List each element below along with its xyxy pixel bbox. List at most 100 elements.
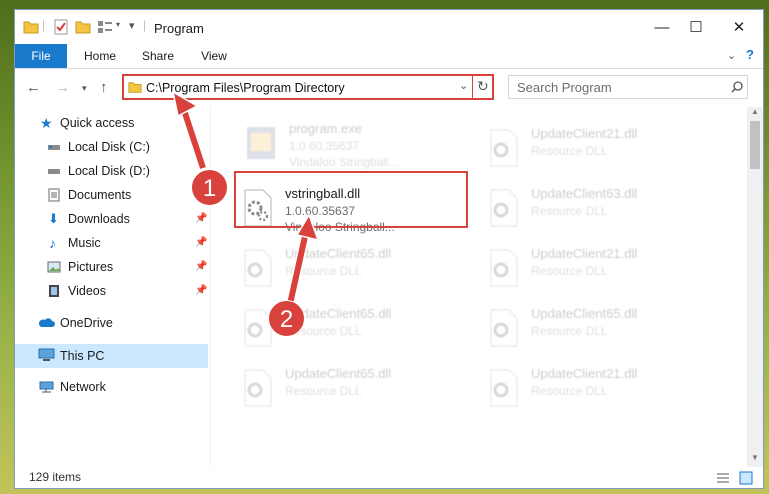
chevron-down-icon[interactable]: ▾ xyxy=(116,20,120,29)
sidebar-item-local-disk-c[interactable]: Local Disk (C:) xyxy=(15,136,208,158)
sidebar-item-label: Network xyxy=(60,380,106,394)
file-description: Resource DLL xyxy=(285,264,362,278)
back-arrow-icon[interactable]: ← xyxy=(26,79,41,96)
vertical-scrollbar[interactable]: ▲ ▼ xyxy=(747,107,763,467)
pin-icon[interactable]: 📌 xyxy=(195,232,207,254)
file-name: UpdateClient21.dll xyxy=(531,366,638,381)
file-item[interactable]: UpdateClient21.dll Resource DLL xyxy=(485,364,715,416)
file-explorer-window: | ▾ ▾ | Program — ☐ ✕ File Home Share Vi… xyxy=(15,10,763,488)
separator: | xyxy=(143,18,147,32)
scroll-down-icon[interactable]: ▼ xyxy=(751,453,759,462)
dll-gear-icon xyxy=(490,249,518,287)
address-row: ← → ▾ ↑ C:\Program Files\Program Directo… xyxy=(15,69,763,107)
dll-gear-icon xyxy=(490,129,518,167)
refresh-icon[interactable]: ↻ xyxy=(477,78,489,95)
sidebar-item-label: OneDrive xyxy=(60,316,113,330)
pin-icon[interactable]: 📌 xyxy=(195,208,207,230)
details-view-icon[interactable] xyxy=(716,471,730,485)
sidebar-item-label: Music xyxy=(68,236,101,250)
file-description: Resource DLL xyxy=(531,144,608,158)
up-arrow-icon[interactable]: ↑ xyxy=(100,79,108,96)
sidebar-item-videos[interactable]: Videos 📌 xyxy=(15,280,208,302)
customize-toolbar-icon[interactable]: ▾ xyxy=(129,19,135,32)
sidebar-item-local-disk-d[interactable]: Local Disk (D:) xyxy=(15,160,208,182)
file-name: UpdateClient63.dll xyxy=(531,186,638,201)
file-description: Vindaloo Stringball... xyxy=(289,155,399,169)
large-icons-view-icon[interactable] xyxy=(739,471,753,485)
forward-arrow-icon[interactable]: → xyxy=(55,79,70,96)
sidebar-item-documents[interactable]: Documents xyxy=(15,184,208,206)
window-title: Program xyxy=(154,21,204,36)
file-name: UpdateClient21.dll xyxy=(531,246,638,261)
close-button[interactable]: ✕ xyxy=(722,16,756,40)
file-item[interactable]: UpdateClient65.dll Resource DLL xyxy=(239,244,469,296)
pictures-icon xyxy=(47,261,61,273)
status-bar: 129 items xyxy=(15,467,763,488)
music-icon: ♪ xyxy=(49,235,56,251)
annotation-badge-1: 1 xyxy=(191,169,228,206)
sidebar-item-downloads[interactable]: ⬇ Downloads 📌 xyxy=(15,208,208,230)
dll-gear-icon xyxy=(490,309,518,347)
pin-icon[interactable]: 📌 xyxy=(195,256,207,278)
sidebar-item-music[interactable]: ♪ Music 📌 xyxy=(15,232,208,254)
tab-home[interactable]: Home xyxy=(77,44,123,68)
view-options-icon[interactable] xyxy=(97,19,113,35)
item-count: 129 items xyxy=(29,470,82,484)
file-name: UpdateClient21.dll xyxy=(531,126,638,141)
file-description: Resource DLL xyxy=(285,384,362,398)
file-item[interactable]: UpdateClient65.dll Resource DLL xyxy=(485,304,715,356)
tab-view[interactable]: View xyxy=(191,44,237,68)
drive-icon xyxy=(48,169,60,174)
file-item[interactable]: program.exe 1.0.60.35637 Vindaloo String… xyxy=(243,119,473,171)
chevron-down-icon[interactable]: ⌄ xyxy=(727,49,736,62)
pin-icon[interactable]: 📌 xyxy=(195,280,207,302)
file-description: Resource DLL xyxy=(531,264,608,278)
file-item[interactable]: UpdateClient65.dll Resource DLL xyxy=(239,364,469,416)
dll-gear-icon xyxy=(490,189,518,227)
file-description: Resource DLL xyxy=(531,204,608,218)
search-input[interactable]: Search Program xyxy=(508,75,748,99)
sidebar-item-label: Downloads xyxy=(68,212,130,226)
new-folder-icon[interactable] xyxy=(75,19,91,35)
sidebar-item-this-pc[interactable]: This PC xyxy=(15,344,208,368)
tab-file[interactable]: File xyxy=(15,44,67,68)
recent-locations-icon[interactable]: ▾ xyxy=(82,83,87,94)
annotation-badge-2: 2 xyxy=(268,300,305,337)
dll-gear-icon xyxy=(490,369,518,407)
tab-share[interactable]: Share xyxy=(135,44,181,68)
sidebar-item-quick-access[interactable]: ★ Quick access xyxy=(15,112,208,134)
search-icon xyxy=(731,81,743,93)
properties-icon[interactable] xyxy=(53,19,69,35)
dll-gear-icon xyxy=(244,369,272,407)
maximize-button[interactable]: ☐ xyxy=(679,16,713,40)
address-path: C:\Program Files\Program Directory xyxy=(146,81,345,95)
file-description: Resource DLL xyxy=(531,384,608,398)
minimize-button[interactable]: — xyxy=(645,16,679,40)
file-description: Resource DLL xyxy=(531,324,608,338)
sidebar-item-label: Quick access xyxy=(60,116,135,130)
file-name: UpdateClient65.dll xyxy=(531,306,638,321)
scrollbar-thumb[interactable] xyxy=(750,121,760,169)
documents-icon xyxy=(48,188,60,202)
scroll-up-icon[interactable]: ▲ xyxy=(751,107,759,116)
file-item[interactable]: UpdateClient21.dll Resource DLL xyxy=(485,124,715,176)
separator: | xyxy=(42,18,46,32)
dll-gear-icon xyxy=(244,249,272,287)
file-item[interactable]: UpdateClient63.dll Resource DLL xyxy=(485,184,715,236)
network-icon xyxy=(39,381,54,393)
sidebar-item-label: Pictures xyxy=(68,260,114,274)
sidebar-item-label: Documents xyxy=(68,188,132,202)
search-placeholder: Search Program xyxy=(517,80,612,95)
folder-icon xyxy=(23,21,39,34)
sidebar-item-label: Local Disk (D:) xyxy=(68,164,150,178)
sidebar-item-network[interactable]: Network xyxy=(15,376,208,398)
file-version: 1.0.60.35637 xyxy=(289,139,360,153)
cloud-icon xyxy=(38,318,55,327)
sidebar-item-pictures[interactable]: Pictures 📌 xyxy=(15,256,208,278)
address-bar[interactable]: C:\Program Files\Program Directory ⌄ ↻ xyxy=(122,74,494,100)
sidebar-item-onedrive[interactable]: OneDrive xyxy=(15,312,208,334)
help-icon[interactable]: ? xyxy=(746,47,754,62)
videos-icon xyxy=(49,285,59,297)
file-item[interactable]: UpdateClient21.dll Resource DLL xyxy=(485,244,715,296)
address-dropdown-icon[interactable]: ⌄ xyxy=(459,79,468,92)
